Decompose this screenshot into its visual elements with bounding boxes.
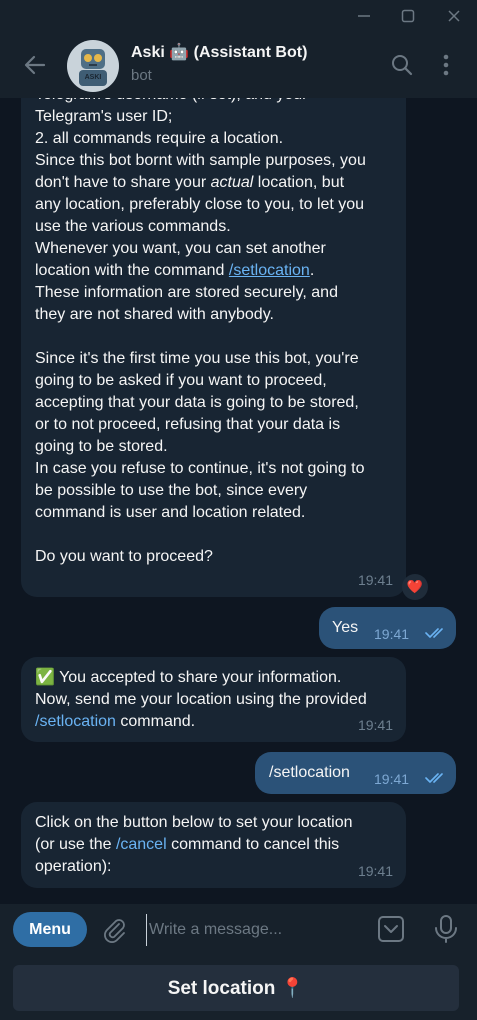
double-check-icon bbox=[425, 773, 443, 783]
message-time: 19:41 bbox=[357, 863, 393, 879]
double-check-icon bbox=[425, 628, 443, 638]
message-text: ✅ You accepted to share your information… bbox=[35, 667, 400, 733]
incoming-message[interactable]: Click on the button below to set your lo… bbox=[21, 802, 406, 888]
more-vertical-icon[interactable] bbox=[433, 52, 459, 78]
avatar-label: ASKI bbox=[84, 74, 102, 81]
message-text-italic: actual bbox=[210, 174, 254, 191]
message-text: Telegram's username (if set), and your T… bbox=[35, 98, 400, 568]
microphone-icon[interactable] bbox=[432, 914, 460, 944]
setlocation-link[interactable]: /setlocation bbox=[229, 262, 310, 279]
message-text: Yes bbox=[332, 619, 359, 636]
message-text-part: command. bbox=[115, 713, 196, 730]
message-time: 19:41 bbox=[357, 572, 393, 588]
incoming-message[interactable]: ✅ You accepted to share your information… bbox=[21, 657, 406, 742]
minimize-icon[interactable] bbox=[352, 6, 376, 26]
close-icon[interactable] bbox=[442, 6, 466, 26]
search-icon[interactable] bbox=[389, 52, 415, 78]
maximize-icon[interactable] bbox=[396, 6, 420, 26]
message-text: Click on the button below to set your lo… bbox=[35, 812, 400, 878]
message-time: 19:41 bbox=[374, 626, 410, 642]
set-location-button[interactable]: Set location 📍 bbox=[13, 965, 459, 1011]
message-list[interactable]: Telegram's username (if set), and your T… bbox=[0, 98, 477, 904]
heart-reaction[interactable]: ❤️ bbox=[402, 574, 428, 600]
outgoing-message[interactable]: /setlocation 19:41 bbox=[255, 752, 456, 794]
message-composer: Menu bbox=[0, 904, 477, 954]
message-time: 19:41 bbox=[357, 717, 393, 733]
chat-subtitle: bot bbox=[131, 67, 152, 84]
incoming-message[interactable]: Telegram's username (if set), and your T… bbox=[21, 98, 406, 597]
message-input[interactable] bbox=[146, 914, 371, 946]
chat-header: ASKI Aski 🤖 (Assistant Bot) bot bbox=[0, 32, 477, 98]
emoji-keyboard-icon[interactable] bbox=[376, 914, 406, 944]
reply-keyboard: Set location 📍 bbox=[0, 954, 477, 1020]
cancel-link[interactable]: /cancel bbox=[116, 836, 167, 853]
message-text-part: ✅ You accepted to share your information… bbox=[35, 669, 367, 708]
outgoing-message[interactable]: Yes 19:41 bbox=[319, 607, 456, 649]
message-time: 19:41 bbox=[374, 771, 410, 787]
message-text-part: . These information are stored securely,… bbox=[35, 262, 365, 565]
menu-button[interactable]: Menu bbox=[13, 912, 87, 947]
window-titlebar bbox=[0, 0, 477, 32]
chat-title: Aski 🤖 (Assistant Bot) bbox=[131, 44, 308, 61]
avatar[interactable]: ASKI bbox=[67, 40, 119, 92]
message-text: /setlocation bbox=[269, 764, 350, 781]
back-arrow-icon[interactable] bbox=[22, 52, 48, 78]
paperclip-icon[interactable] bbox=[100, 916, 128, 944]
setlocation-link[interactable]: /setlocation bbox=[35, 713, 116, 730]
